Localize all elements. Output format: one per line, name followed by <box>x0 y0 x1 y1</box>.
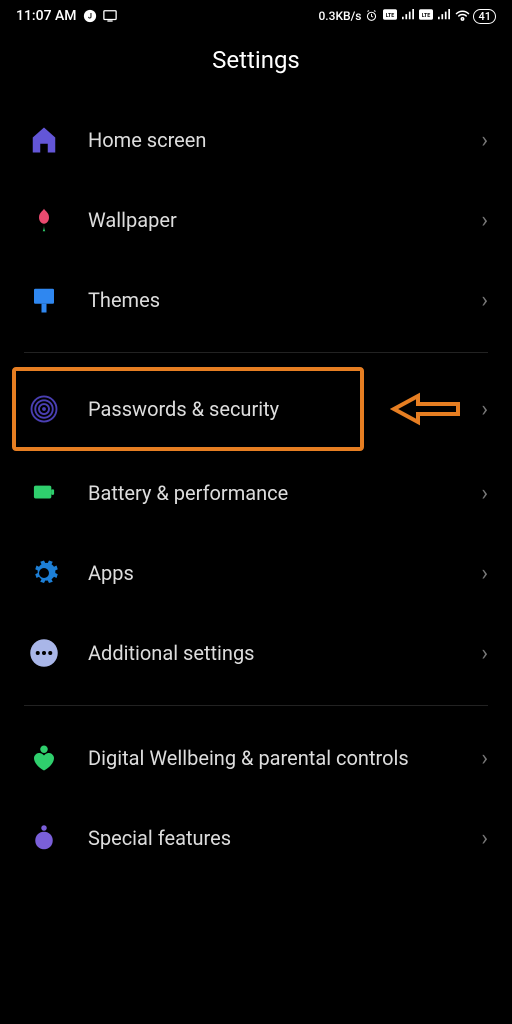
fingerprint-icon <box>24 389 64 429</box>
chevron-right-icon: › <box>481 397 488 422</box>
row-label: Themes <box>88 288 481 313</box>
apps-gear-icon <box>24 553 64 593</box>
divider <box>24 705 488 706</box>
battery-icon <box>24 473 64 513</box>
row-additional-settings[interactable]: Additional settings › <box>0 613 512 693</box>
row-label: Apps <box>88 561 481 586</box>
data-rate: 0.3KB/s <box>318 9 361 23</box>
more-icon <box>24 633 64 673</box>
row-home-screen[interactable]: Home screen › <box>0 100 512 180</box>
row-wallpaper[interactable]: Wallpaper › <box>0 180 512 260</box>
chevron-right-icon: › <box>481 641 488 666</box>
signal-icon-2 <box>437 9 451 23</box>
chevron-right-icon: › <box>481 561 488 586</box>
volte-icon-1: LTE <box>383 9 397 23</box>
row-digital-wellbeing[interactable]: Digital Wellbeing & parental controls › <box>0 718 512 798</box>
divider <box>24 352 488 353</box>
chevron-right-icon: › <box>481 826 488 851</box>
row-battery-performance[interactable]: Battery & performance › <box>0 453 512 533</box>
cast-icon <box>103 9 117 23</box>
row-label: Home screen <box>88 128 481 153</box>
svg-text:LTE: LTE <box>422 13 431 19</box>
row-label: Wallpaper <box>88 208 481 233</box>
alarm-icon <box>365 9 379 23</box>
status-bar: 11:07 AM J 0.3KB/s LTE LTE 41 <box>0 0 512 28</box>
row-label: Passwords & security <box>88 397 481 422</box>
home-icon <box>24 120 64 160</box>
wallpaper-icon <box>24 200 64 240</box>
page-title: Settings <box>0 28 512 100</box>
row-label: Special features <box>88 826 481 851</box>
svg-text:J: J <box>88 13 92 21</box>
settings-list: Home screen › Wallpaper › Themes › <box>0 100 512 878</box>
battery-indicator: 41 <box>473 9 496 24</box>
themes-icon <box>24 280 64 320</box>
row-label: Additional settings <box>88 641 481 666</box>
row-label: Digital Wellbeing & parental controls <box>88 746 481 771</box>
svg-text:LTE: LTE <box>386 13 395 19</box>
special-icon <box>24 818 64 858</box>
signal-icon-1 <box>401 9 415 23</box>
chevron-right-icon: › <box>481 128 488 153</box>
wellbeing-icon <box>24 738 64 778</box>
wifi-icon <box>455 9 469 23</box>
row-label: Battery & performance <box>88 481 481 506</box>
row-themes[interactable]: Themes › <box>0 260 512 340</box>
volte-icon-2: LTE <box>419 9 433 23</box>
status-left: 11:07 AM J <box>16 8 117 24</box>
status-right: 0.3KB/s LTE LTE 41 <box>318 9 496 24</box>
row-passwords-security[interactable]: Passwords & security › <box>0 365 512 453</box>
row-apps[interactable]: Apps › <box>0 533 512 613</box>
chevron-right-icon: › <box>481 746 488 771</box>
chevron-right-icon: › <box>481 481 488 506</box>
chevron-right-icon: › <box>481 288 488 313</box>
jio-icon: J <box>83 9 97 23</box>
row-special-features[interactable]: Special features › <box>0 798 512 878</box>
chevron-right-icon: › <box>481 208 488 233</box>
status-time: 11:07 AM <box>16 8 77 24</box>
